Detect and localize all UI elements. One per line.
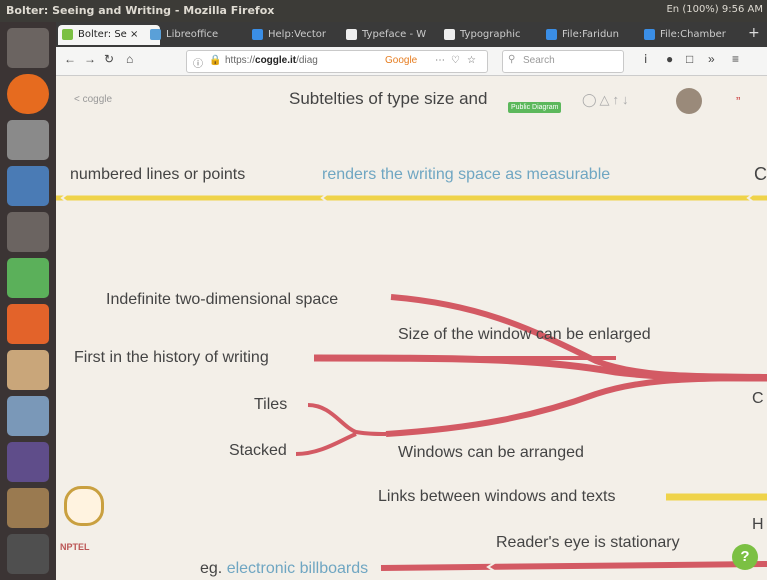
node-size-window[interactable]: Size of the window can be enlarged <box>398 326 651 344</box>
url-prefix: https:// <box>225 55 256 66</box>
node-tiles[interactable]: Tiles <box>254 396 287 414</box>
coggle-favicon-icon <box>62 29 73 40</box>
node-cut-c1[interactable]: C <box>754 164 767 185</box>
node-numbered[interactable]: numbered lines or points <box>70 166 245 184</box>
branch-first-history[interactable] <box>313 354 767 382</box>
new-tab-button[interactable]: + <box>748 25 760 45</box>
app4-icon[interactable] <box>7 488 49 528</box>
branch-tiles[interactable] <box>307 403 387 436</box>
page-actions-icon[interactable]: ⋯ <box>435 55 445 66</box>
quote-icon[interactable]: ” <box>736 94 740 109</box>
tab-label: Typographic <box>460 29 521 40</box>
bookmark-star-icon[interactable]: ☆ <box>467 55 476 66</box>
branch-arranged[interactable] <box>385 375 767 437</box>
node-eg[interactable]: eg. electronic billboards <box>200 560 368 578</box>
tab-label: File:Faridun <box>562 29 619 40</box>
node-renders[interactable]: renders the writing space as measurable <box>322 166 610 184</box>
collaborator-avatar[interactable] <box>676 88 702 114</box>
tab-help-vector[interactable]: Help:Vector <box>248 25 356 45</box>
node-first-history[interactable]: First in the history of writing <box>74 349 269 367</box>
app-icon[interactable] <box>7 350 49 390</box>
search-placeholder: Search <box>523 55 555 66</box>
wiki-favicon-icon <box>252 29 263 40</box>
tab-file-faridun[interactable]: File:Faridun <box>542 25 652 45</box>
url-text: https://coggle.it/diag <box>225 55 318 66</box>
tab-libreoffice[interactable]: Libreoffice <box>146 25 261 45</box>
extension-icon[interactable]: ● <box>666 52 673 66</box>
node-cut-h[interactable]: H <box>752 516 764 534</box>
close-tab-icon[interactable]: × <box>130 29 138 40</box>
toolbar-icons[interactable]: ◯△↑↓ <box>582 92 632 108</box>
node-arranged[interactable]: Windows can be arranged <box>398 444 584 462</box>
drive-icon[interactable] <box>7 212 49 252</box>
dash-icon[interactable] <box>7 28 49 68</box>
diagram-title[interactable]: Subtelties of type size and <box>289 89 487 109</box>
tab-label: File:Chamber <box>660 29 726 40</box>
firefox-icon[interactable] <box>7 74 49 114</box>
tab-label: Typeface - W <box>362 29 427 40</box>
files-icon[interactable] <box>7 120 49 160</box>
eg-prefix: eg. <box>200 560 223 577</box>
software-center-icon[interactable] <box>7 304 49 344</box>
nptel-logo-text: NPTEL <box>60 542 90 552</box>
overflow-chevron-icon[interactable]: » <box>708 52 715 66</box>
search-engine-label[interactable]: Google <box>385 55 417 66</box>
coggle-canvas[interactable]: < coggle Subtelties of type size and Pub… <box>56 76 767 580</box>
app5-icon[interactable] <box>7 534 49 574</box>
pocket-icon[interactable]: ♡ <box>451 55 460 66</box>
tab-label: Bolter: Se <box>78 29 127 40</box>
window-title: Bolter: Seeing and Writing - Mozilla Fir… <box>6 4 275 17</box>
node-cut-c2[interactable]: C <box>752 390 764 408</box>
tab-bar: Bolter: Se × Libreoffice Help:Vector Typ… <box>56 22 767 47</box>
system-tray[interactable]: En (100%) 9:56 AM <box>666 4 763 15</box>
url-bar[interactable]: ⓘ 🔒 https://coggle.it/diag Google ⋯ ♡ ☆ <box>186 50 488 73</box>
eg-link[interactable]: electronic billboards <box>227 560 368 577</box>
tab-label: Libreoffice <box>166 29 219 40</box>
reload-button[interactable]: ↻ <box>104 52 114 66</box>
commons-favicon-icon <box>546 29 557 40</box>
os-top-bar: Bolter: Seeing and Writing - Mozilla Fir… <box>0 0 767 22</box>
coggle-home-link[interactable]: < coggle <box>74 94 112 105</box>
home-button[interactable]: ⌂ <box>126 52 133 66</box>
launcher <box>0 22 56 580</box>
tab-typographic[interactable]: Typographic <box>440 25 552 45</box>
hamburger-menu-icon[interactable]: ≡ <box>732 52 739 66</box>
navigation-bar: ← → ↻ ⌂ ⓘ 🔒 https://coggle.it/diag Googl… <box>56 47 767 76</box>
node-links[interactable]: Links between windows and texts <box>378 488 615 506</box>
tab-typeface[interactable]: Typeface - W <box>342 25 454 45</box>
commons-favicon-icon <box>644 29 655 40</box>
libreoffice-favicon-icon <box>150 29 161 40</box>
back-button[interactable]: ← <box>64 52 76 66</box>
wikipedia-favicon-icon <box>444 29 455 40</box>
lock-icon: 🔒 <box>209 55 222 66</box>
wikipedia-favicon-icon <box>346 29 357 40</box>
help-button[interactable]: ? <box>732 544 758 570</box>
sidebar-icon[interactable]: □ <box>686 52 693 66</box>
nptel-logo-icon <box>64 486 104 526</box>
node-stacked[interactable]: Stacked <box>229 442 287 460</box>
branch-stacked[interactable] <box>295 432 357 456</box>
tab-bolter[interactable]: Bolter: Se × <box>58 25 160 45</box>
app3-icon[interactable] <box>7 442 49 482</box>
info-icon[interactable]: ⓘ <box>193 55 203 70</box>
tab-label: Help:Vector <box>268 29 327 40</box>
node-readers-eye[interactable]: Reader's eye is stationary <box>496 534 680 552</box>
url-path: /diag <box>296 55 318 66</box>
app2-icon[interactable] <box>7 396 49 436</box>
branch-readers-eye[interactable] <box>380 561 767 571</box>
tab-file-chamber[interactable]: File:Chamber <box>640 25 760 45</box>
public-diagram-badge[interactable]: Public Diagram <box>508 102 562 113</box>
library-icon[interactable]: ⅰ <box>644 52 647 66</box>
forward-button[interactable]: → <box>84 52 96 66</box>
writer-icon[interactable] <box>7 166 49 206</box>
node-indefinite[interactable]: Indefinite two-dimensional space <box>106 291 338 309</box>
calc-icon[interactable] <box>7 258 49 298</box>
url-domain: coggle.it <box>255 55 297 66</box>
search-box[interactable]: ⚲ Search <box>502 50 624 73</box>
search-icon: ⚲ <box>508 54 516 65</box>
